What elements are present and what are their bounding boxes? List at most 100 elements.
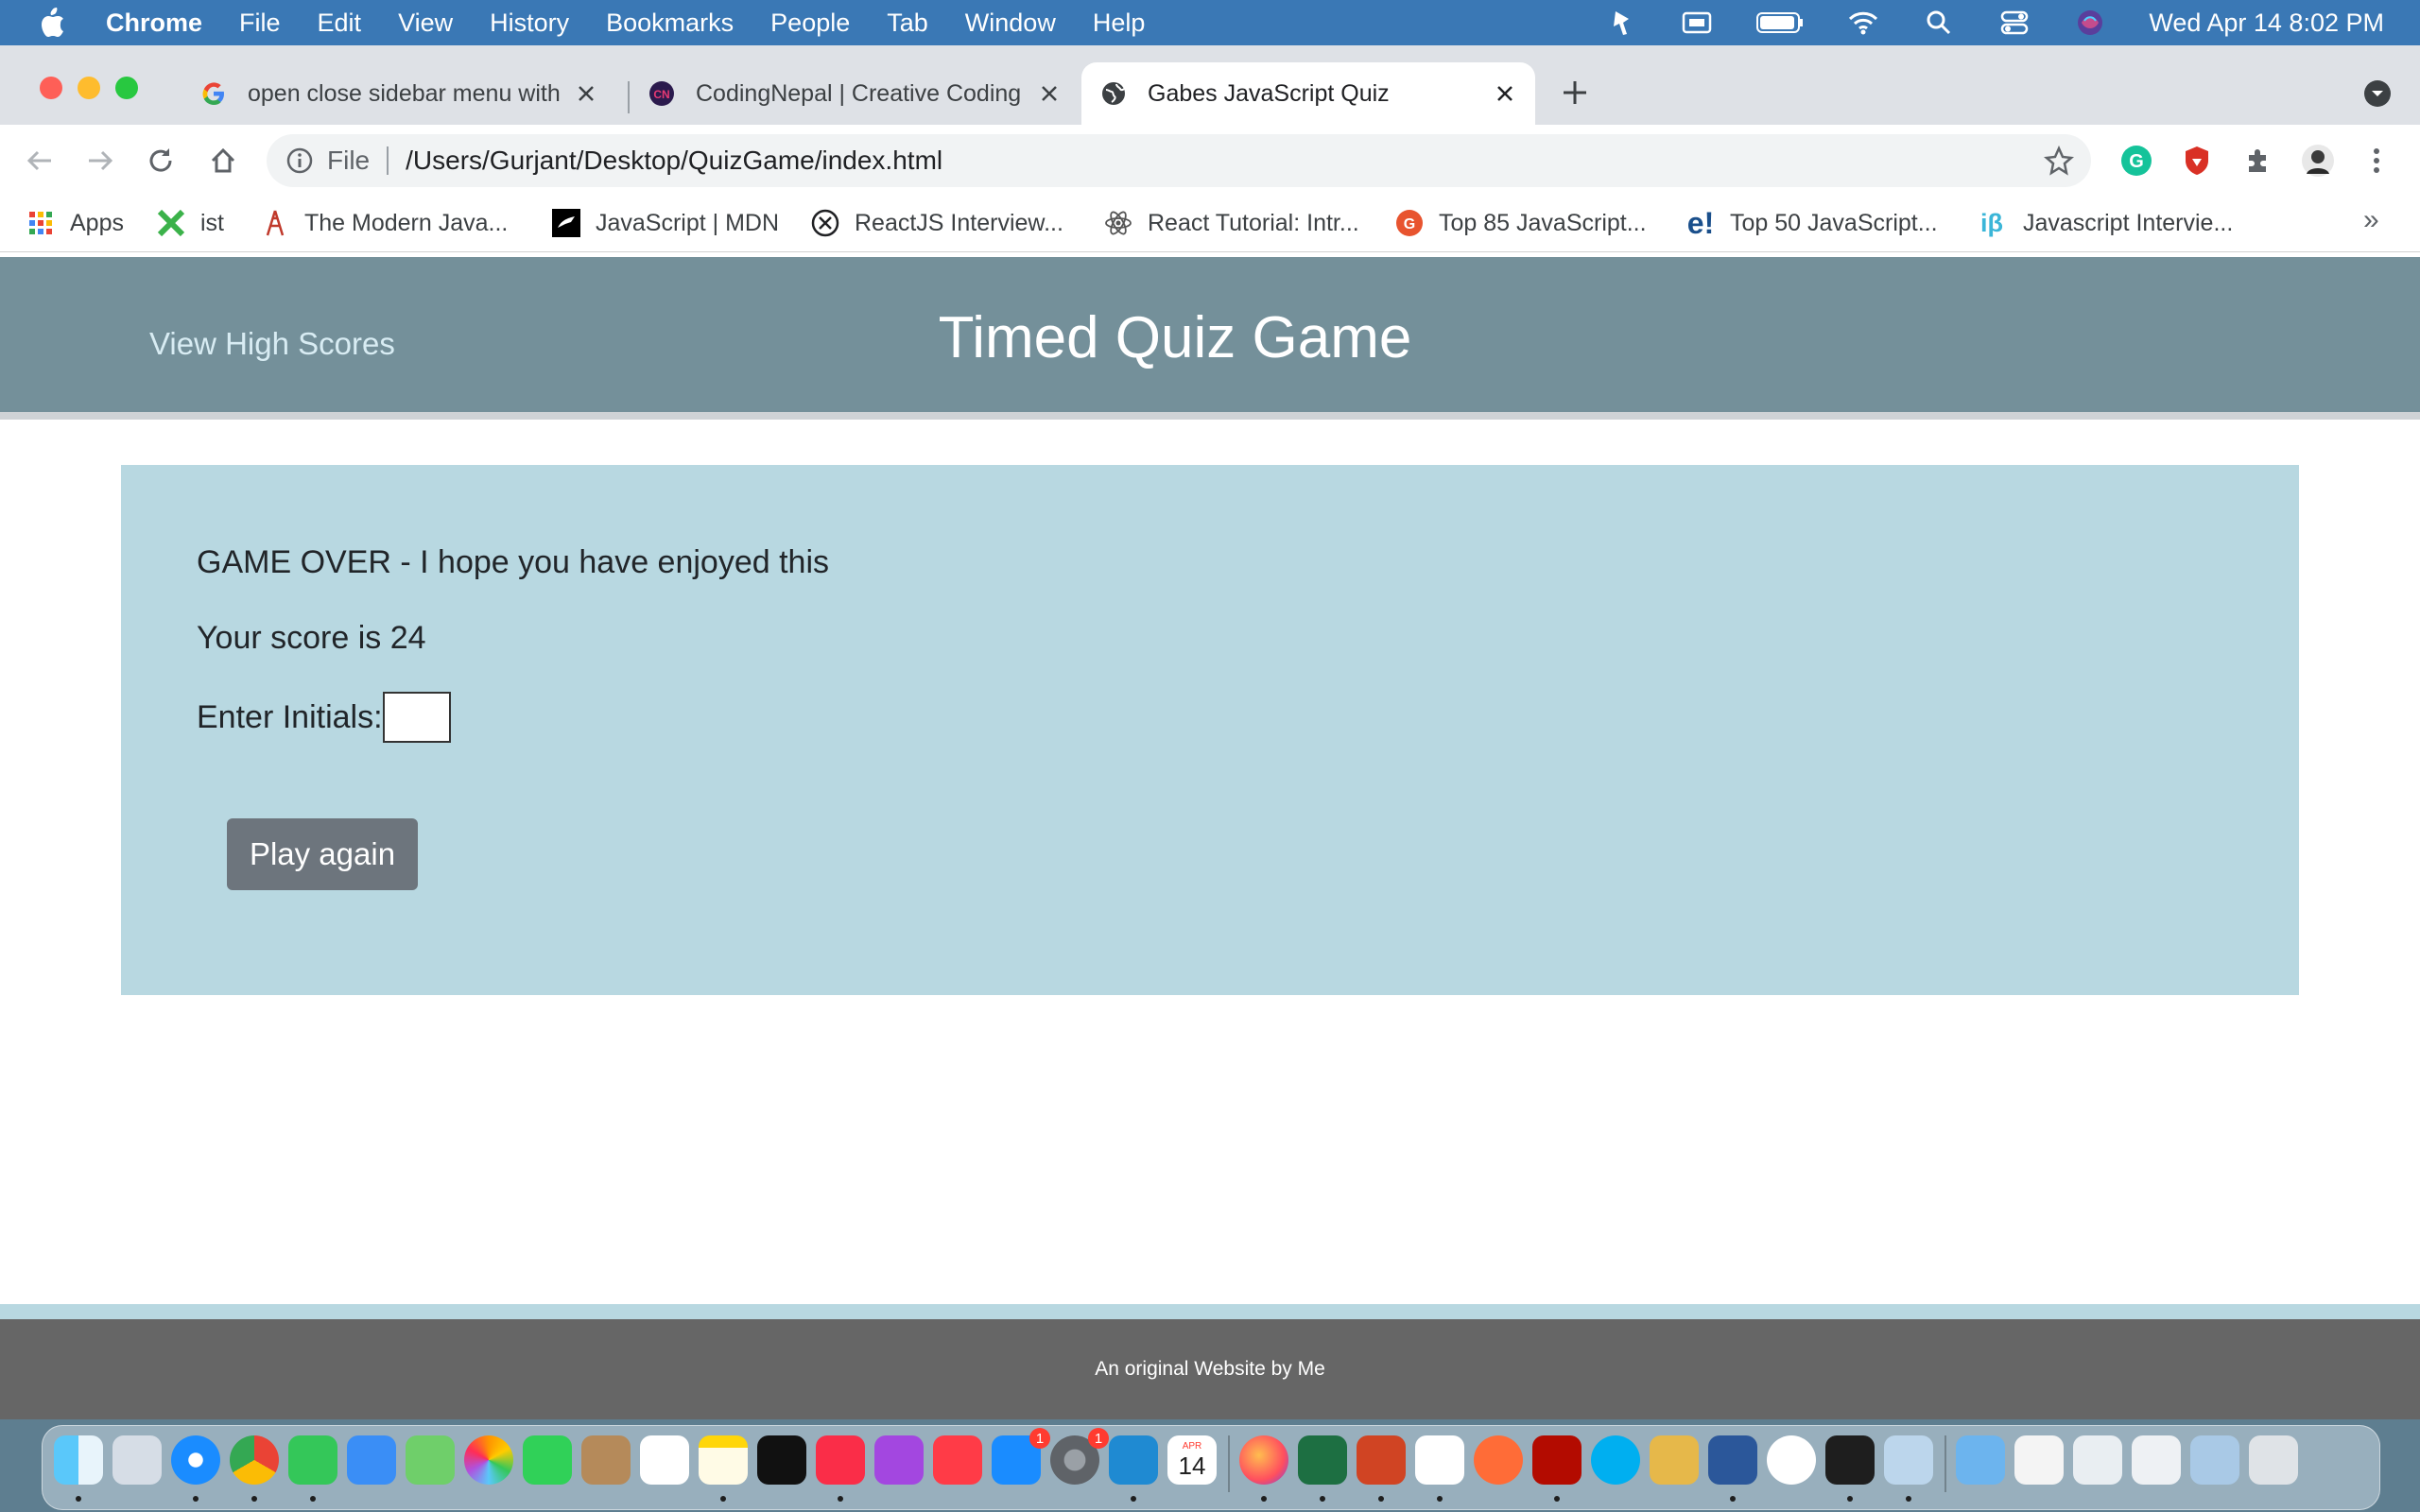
home-icon[interactable]: [206, 144, 240, 178]
grammarly-icon[interactable]: G: [2119, 144, 2153, 178]
safari-icon[interactable]: [171, 1435, 220, 1485]
menu-tab[interactable]: Tab: [887, 9, 928, 38]
mdn-icon: [552, 209, 580, 237]
close-tab-icon[interactable]: [1492, 80, 1518, 107]
forward-arrow-icon[interactable]: [83, 144, 117, 178]
menu-people[interactable]: People: [770, 9, 850, 38]
bookmark-apps[interactable]: Apps: [26, 204, 124, 242]
word-icon[interactable]: [1708, 1435, 1757, 1485]
firefox-icon[interactable]: [1239, 1435, 1288, 1485]
pin-status-icon[interactable]: [1604, 9, 1638, 37]
podcasts-icon[interactable]: [874, 1435, 924, 1485]
svg-text:G: G: [2129, 151, 2144, 172]
minimized-window-thumbnail[interactable]: [2073, 1435, 2122, 1485]
music-icon[interactable]: [816, 1435, 865, 1485]
chrome-icon[interactable]: [230, 1435, 279, 1485]
trash-icon[interactable]: [2249, 1435, 2298, 1485]
display-status-icon[interactable]: [1680, 9, 1714, 37]
new-tab-plus-icon[interactable]: [1560, 77, 1590, 108]
menu-bar-clock[interactable]: Wed Apr 14 8:02 PM: [2149, 9, 2384, 38]
vscode-icon[interactable]: [1109, 1435, 1158, 1485]
facetime-icon[interactable]: [523, 1435, 572, 1485]
tab-codingnepal[interactable]: CN CodingNepal | Creative Coding: [611, 62, 1080, 125]
acrobat-icon[interactable]: [1532, 1435, 1582, 1485]
powerpoint-icon[interactable]: [1357, 1435, 1406, 1485]
messages-icon[interactable]: [288, 1435, 337, 1485]
bookmark-star-icon[interactable]: [2044, 145, 2074, 176]
menu-file[interactable]: File: [239, 9, 281, 38]
close-tab-icon[interactable]: [1036, 80, 1063, 107]
postman-icon[interactable]: [1474, 1435, 1523, 1485]
mail-icon[interactable]: [347, 1435, 396, 1485]
minimize-window-button[interactable]: [78, 77, 100, 99]
url-scheme: File: [327, 146, 371, 175]
apple-tv-icon[interactable]: [757, 1435, 806, 1485]
bookmark-ist[interactable]: ist: [157, 204, 224, 242]
virtualbox-window-icon[interactable]: [2190, 1435, 2239, 1485]
web-page: View High Scores Timed Quiz Game GAME OV…: [0, 252, 2420, 1419]
contacts-icon[interactable]: [581, 1435, 631, 1485]
calendar-icon[interactable]: APR 14: [1167, 1435, 1217, 1485]
menu-edit[interactable]: Edit: [318, 9, 362, 38]
bookmark-react-tutorial[interactable]: React Tutorial: Intr...: [1104, 204, 1359, 242]
running-indicator: [1730, 1496, 1736, 1502]
tab-google-search[interactable]: open close sidebar menu with: [163, 62, 616, 125]
back-arrow-icon[interactable]: [23, 144, 57, 178]
shield-extension-icon[interactable]: [2180, 144, 2214, 178]
excel-icon[interactable]: [1298, 1435, 1347, 1485]
menu-bookmarks[interactable]: Bookmarks: [606, 9, 734, 38]
running-indicator: [838, 1496, 843, 1502]
slack-icon[interactable]: [1415, 1435, 1464, 1485]
minimized-window-thumbnail[interactable]: [2132, 1435, 2181, 1485]
omnibox-divider: [387, 146, 389, 175]
bookmark-top85-javascript[interactable]: G Top 85 JavaScript...: [1395, 204, 1647, 242]
virtualbox-icon[interactable]: [1884, 1435, 1933, 1485]
archive-utility-icon[interactable]: [1650, 1435, 1699, 1485]
url-text[interactable]: /Users/Gurjant/Desktop/QuizGame/index.ht…: [406, 146, 942, 176]
bookmark-reactjs-interview[interactable]: ReactJS Interview...: [811, 204, 1063, 242]
photos-icon[interactable]: [464, 1435, 513, 1485]
profile-avatar[interactable]: [2301, 144, 2335, 178]
chrome-menu-icon[interactable]: [2360, 144, 2394, 178]
close-tab-icon[interactable]: [573, 80, 599, 107]
notes-icon[interactable]: [699, 1435, 748, 1485]
finder-icon[interactable]: [54, 1435, 103, 1485]
battery-icon[interactable]: [1755, 9, 1805, 37]
orange-circle-icon: G: [1395, 209, 1424, 237]
mongodb-compass-icon[interactable]: [1767, 1435, 1816, 1485]
tab-search-chevron-icon[interactable]: [2363, 79, 2392, 108]
menu-app-name[interactable]: Chrome: [106, 9, 202, 38]
spotlight-search-icon[interactable]: [1922, 9, 1956, 37]
terminal-icon[interactable]: [1825, 1435, 1875, 1485]
skype-icon[interactable]: [1591, 1435, 1640, 1485]
bookmark-javascript-interview[interactable]: iβ Javascript Intervie...: [1976, 204, 2233, 242]
tab-gabes-quiz[interactable]: Gabes JavaScript Quiz: [1081, 62, 1535, 125]
macos-menu-bar: Chrome File Edit View History Bookmarks …: [0, 0, 2420, 45]
menu-view[interactable]: View: [398, 9, 453, 38]
menu-help[interactable]: Help: [1093, 9, 1146, 38]
bookmark-modern-javascript[interactable]: The Modern Java...: [261, 204, 508, 242]
initials-input[interactable]: [382, 692, 451, 743]
wifi-icon[interactable]: [1846, 9, 1880, 37]
site-info-icon[interactable]: [285, 146, 314, 175]
menu-history[interactable]: History: [490, 9, 569, 38]
menu-window[interactable]: Window: [965, 9, 1056, 38]
address-bar[interactable]: File /Users/Gurjant/Desktop/QuizGame/ind…: [267, 134, 2091, 187]
reminders-icon[interactable]: [640, 1435, 689, 1485]
bookmark-mdn[interactable]: JavaScript | MDN: [552, 204, 779, 242]
downloads-folder-icon[interactable]: [1956, 1435, 2005, 1485]
maps-icon[interactable]: [406, 1435, 455, 1485]
minimized-window-thumbnail[interactable]: [2014, 1435, 2064, 1485]
play-again-button[interactable]: Play again: [227, 818, 418, 890]
close-window-button[interactable]: [40, 77, 62, 99]
zoom-window-button[interactable]: [115, 77, 138, 99]
apple-icon[interactable]: [38, 7, 70, 39]
reload-icon[interactable]: [144, 144, 178, 178]
news-icon[interactable]: [933, 1435, 982, 1485]
control-center-icon[interactable]: [1997, 9, 2031, 37]
bookmark-top50-javascript[interactable]: e! Top 50 JavaScript...: [1686, 204, 1938, 242]
extensions-puzzle-icon[interactable]: [2240, 144, 2274, 178]
launchpad-icon[interactable]: [112, 1435, 162, 1485]
bookmarks-overflow-chevron-icon[interactable]: »: [2363, 204, 2379, 236]
siri-icon[interactable]: [2073, 9, 2107, 37]
